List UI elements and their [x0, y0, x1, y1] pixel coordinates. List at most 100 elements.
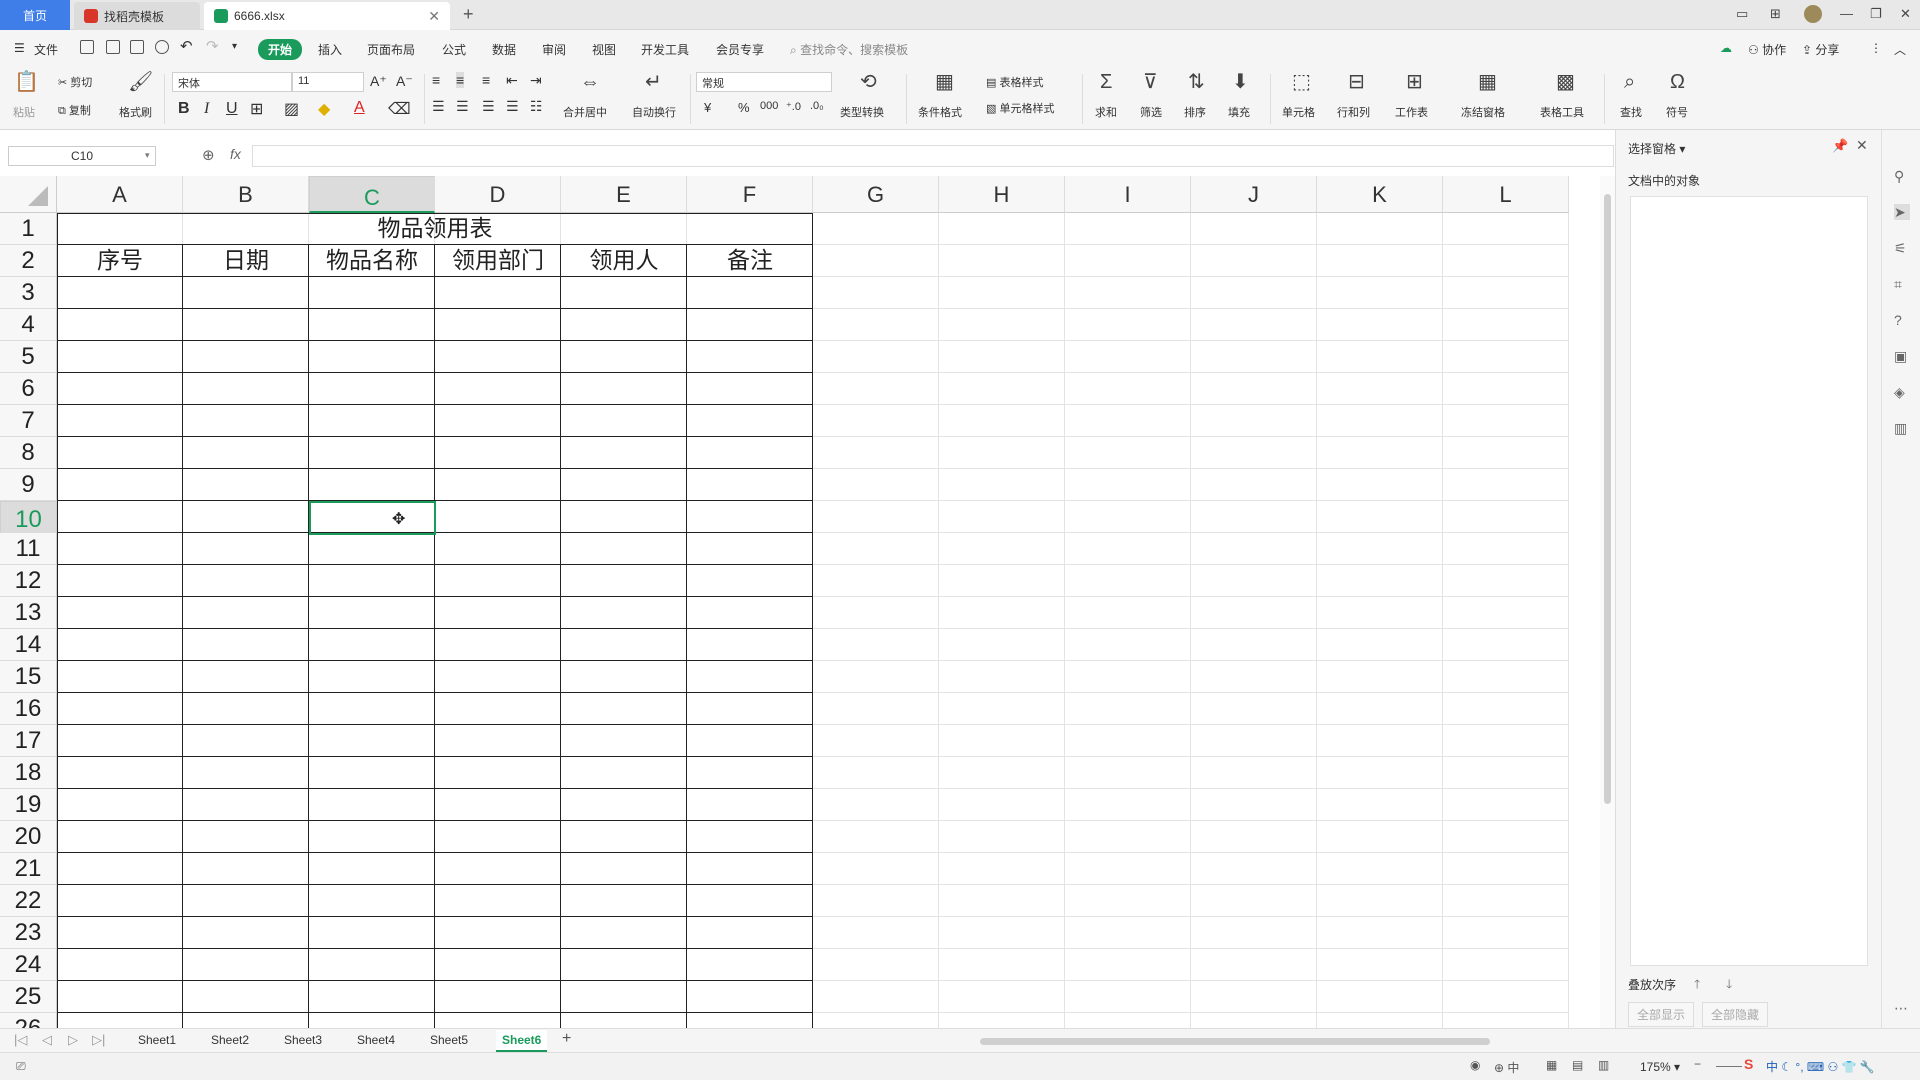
zoom-slider[interactable] — [1716, 1066, 1742, 1067]
menu-home[interactable]: 开始 — [258, 39, 303, 60]
worksheet-button[interactable]: 工作表 — [1395, 104, 1428, 120]
wrap-text-button[interactable]: 自动换行 — [632, 104, 676, 120]
reading-view-icon[interactable]: ▥ — [1598, 1058, 1609, 1072]
header-cell[interactable]: 领用部门 — [435, 245, 561, 277]
freeze-panes-button[interactable]: 冻结窗格 — [1461, 104, 1505, 120]
share-button[interactable]: ⇪ 分享 — [1802, 41, 1839, 58]
font-size-select[interactable]: 11 — [292, 72, 364, 92]
row-header-5[interactable]: 5 — [0, 341, 57, 373]
name-box-dropdown-icon[interactable]: ▾ — [145, 150, 150, 161]
fx-button[interactable]: fx — [230, 146, 241, 162]
help-icon[interactable]: ? — [1894, 312, 1910, 328]
avatar[interactable] — [1804, 5, 1822, 23]
conditional-format-icon[interactable]: ▦ — [935, 72, 954, 92]
increase-decimal-icon[interactable]: ⁺.0 — [786, 100, 801, 113]
menu-insert[interactable]: 插入 — [318, 41, 342, 58]
omega-icon[interactable]: Ω — [1670, 72, 1685, 92]
row-header-25[interactable]: 25 — [0, 981, 57, 1013]
horizontal-scroll-thumb[interactable] — [980, 1038, 1490, 1045]
header-cell[interactable]: 日期 — [183, 245, 309, 277]
page-layout-view-icon[interactable]: ▤ — [1572, 1058, 1583, 1072]
export-pdf-icon[interactable] — [106, 40, 120, 54]
col-header-a[interactable]: A — [57, 176, 183, 213]
row-header-8[interactable]: 8 — [0, 437, 57, 469]
menu-page-layout[interactable]: 页面布局 — [367, 41, 415, 58]
last-sheet-icon[interactable]: ▷| — [92, 1032, 105, 1048]
find-icon[interactable]: ⌕ — [1624, 72, 1635, 92]
bold-button[interactable]: B — [178, 100, 190, 118]
sheet-tab-1[interactable]: Sheet1 — [138, 1033, 176, 1047]
cloud-sync-icon[interactable]: ☁ — [1720, 41, 1732, 55]
align-top-icon[interactable]: ≡ — [432, 72, 440, 88]
fill-color-icon[interactable]: ◆ — [318, 99, 330, 119]
indent-decrease-icon[interactable]: ⇤ — [506, 72, 518, 89]
link-tool-icon[interactable]: ⚲ — [1894, 168, 1910, 184]
paste-icon[interactable]: 📋 — [14, 72, 39, 92]
col-header-j[interactable]: J — [1191, 176, 1317, 213]
row-header-19[interactable]: 19 — [0, 789, 57, 821]
copy-button[interactable]: ⧉ 复制 — [58, 102, 91, 118]
col-header-b[interactable]: B — [183, 176, 309, 213]
redo-icon[interactable]: ↷ — [206, 37, 219, 55]
input-method-button[interactable]: ⊕ 中 — [1494, 1059, 1519, 1076]
symbol-button[interactable]: 符号 — [1666, 104, 1688, 120]
menu-data[interactable]: 数据 — [492, 41, 516, 58]
hamburger-icon[interactable]: ☰ — [14, 41, 25, 55]
col-header-g[interactable]: G — [813, 176, 939, 213]
print-icon[interactable] — [130, 40, 144, 54]
zoom-out-icon[interactable]: − — [1694, 1057, 1701, 1071]
zoom-level[interactable]: 175% ▾ — [1640, 1060, 1680, 1074]
row-header-2[interactable]: 2 — [0, 245, 57, 277]
row-header-22[interactable]: 22 — [0, 885, 57, 917]
pin-icon[interactable]: 📌 — [1832, 138, 1848, 154]
row-header-12[interactable]: 12 — [0, 565, 57, 597]
row-header-23[interactable]: 23 — [0, 917, 57, 949]
normal-view-icon[interactable]: ▦ — [1546, 1058, 1557, 1072]
filter-icon[interactable]: ⊽ — [1143, 72, 1158, 92]
type-convert-button[interactable]: 类型转换 — [840, 104, 884, 120]
name-box[interactable]: C10 — [8, 146, 156, 166]
collab-button[interactable]: ⚇ 协作 — [1748, 41, 1786, 58]
sum-button[interactable]: 求和 — [1095, 104, 1117, 120]
vertical-scroll-thumb[interactable] — [1604, 194, 1611, 804]
row-header-20[interactable]: 20 — [0, 821, 57, 853]
increase-font-icon[interactable]: A⁺ — [370, 73, 387, 90]
sheet-tab-6[interactable]: Sheet6 — [496, 1030, 548, 1052]
menu-developer[interactable]: 开发工具 — [641, 41, 689, 58]
align-middle-icon[interactable]: ≡ — [456, 72, 465, 88]
sheet-tab-3[interactable]: Sheet3 — [284, 1033, 322, 1047]
thousand-separator-button[interactable]: 000 — [760, 100, 778, 112]
eraser-icon[interactable]: ⌫ — [388, 99, 411, 119]
menu-formulas[interactable]: 公式 — [442, 41, 466, 58]
row-col-icon[interactable]: ⊟ — [1348, 72, 1365, 92]
brush-icon[interactable]: 🖌 — [128, 72, 153, 92]
move-up-icon[interactable]: 🡑 — [1694, 975, 1700, 996]
table-tools-button[interactable]: 表格工具 — [1540, 104, 1584, 120]
number-format-select[interactable]: 常规 — [696, 72, 832, 92]
convert-icon[interactable]: ⟲ — [860, 72, 877, 92]
align-center-icon[interactable]: ☰ — [456, 98, 469, 115]
header-cell[interactable]: 序号 — [57, 245, 183, 277]
print-preview-icon[interactable] — [155, 40, 169, 54]
table-title[interactable]: 物品领用表 — [57, 213, 813, 245]
layout-icon[interactable]: ▭ — [1736, 6, 1748, 22]
col-header-d[interactable]: D — [435, 176, 561, 213]
first-sheet-icon[interactable]: |◁ — [14, 1032, 27, 1048]
cell-button[interactable]: 单元格 — [1282, 104, 1315, 120]
prev-sheet-icon[interactable]: ◁ — [42, 1032, 52, 1048]
row-header-10[interactable]: 10 — [0, 501, 57, 533]
row-header-4[interactable]: 4 — [0, 309, 57, 341]
cell-style-icon[interactable]: ▨ — [284, 99, 299, 119]
merge-center-button[interactable]: 合并居中 — [563, 104, 607, 120]
currency-button[interactable]: ¥ — [704, 100, 711, 115]
eye-protect-icon[interactable]: ◉ — [1470, 1058, 1480, 1072]
align-right-icon[interactable]: ☰ — [482, 98, 495, 115]
sheet-tab-4[interactable]: Sheet4 — [357, 1033, 395, 1047]
sheet-tab-5[interactable]: Sheet5 — [430, 1033, 468, 1047]
book-icon[interactable]: ▥ — [1894, 420, 1910, 436]
align-left-icon[interactable]: ☰ — [432, 98, 445, 115]
tab-file[interactable]: 6666.xlsx ✕ — [204, 2, 450, 30]
row-header-17[interactable]: 17 — [0, 725, 57, 757]
row-header-21[interactable]: 21 — [0, 853, 57, 885]
more-icon[interactable]: ⋮ — [1870, 41, 1882, 55]
